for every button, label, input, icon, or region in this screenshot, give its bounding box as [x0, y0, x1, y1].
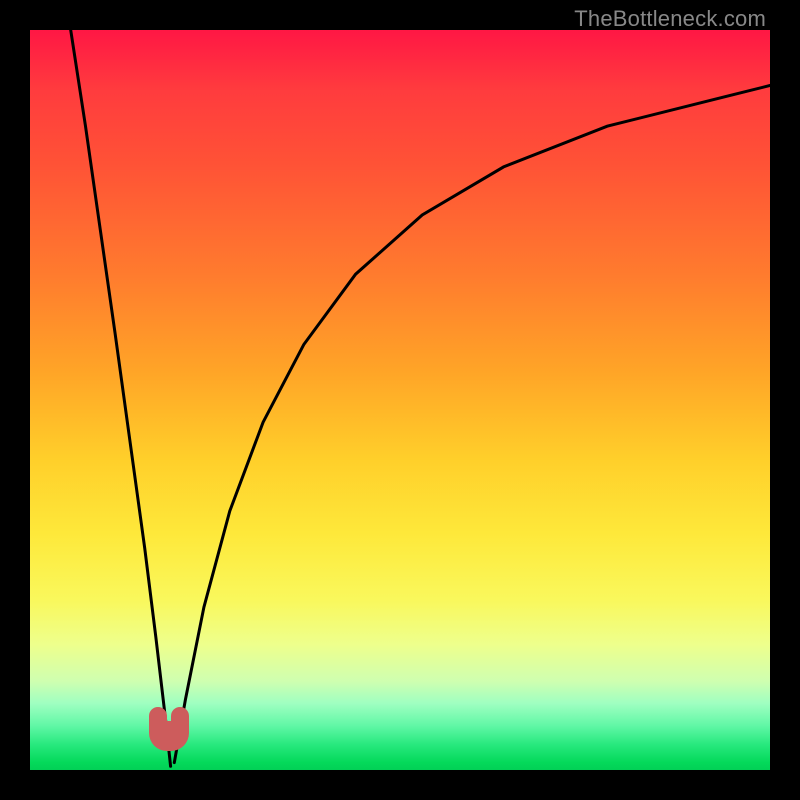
optimal-marker — [149, 721, 189, 751]
plot-frame — [30, 30, 770, 770]
bottleneck-curve-right-branch — [174, 86, 770, 763]
watermark-text: TheBottleneck.com — [574, 6, 766, 32]
bottleneck-curve-left-branch — [71, 30, 171, 766]
bottleneck-curve — [30, 30, 770, 770]
